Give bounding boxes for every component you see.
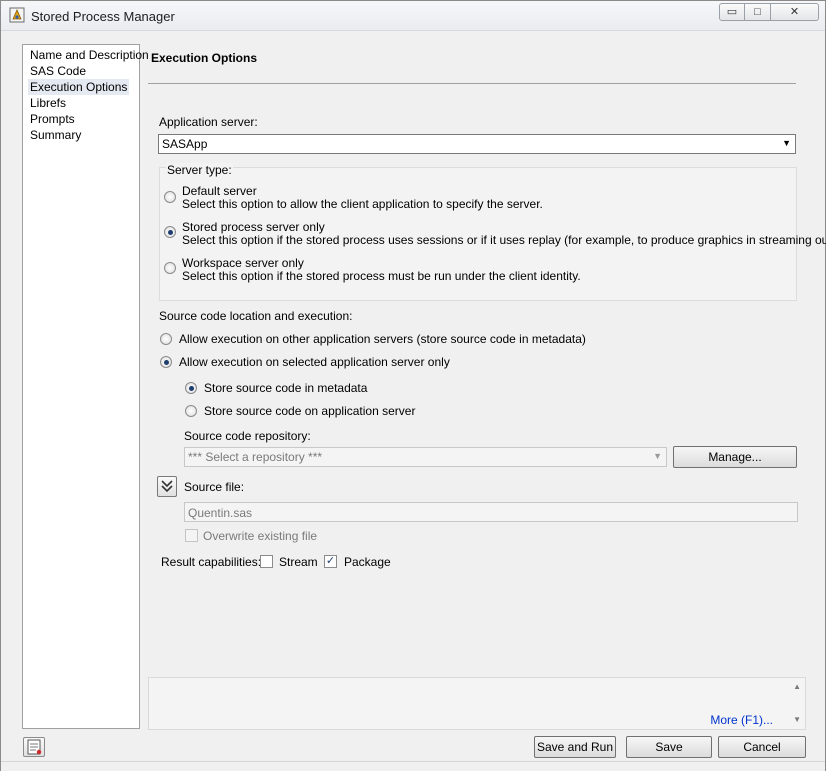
notepad-icon	[27, 739, 42, 755]
workspace-server-radio[interactable]	[164, 262, 176, 274]
package-label: Package	[344, 555, 391, 569]
minimize-icon: ▭	[726, 6, 738, 18]
store-on-server-label: Store source code on application server	[204, 404, 416, 418]
page-title: Execution Options	[151, 51, 258, 65]
allow-selected-server-radio[interactable]	[160, 356, 172, 368]
package-checkbox[interactable]: ✓	[324, 555, 337, 568]
workspace-server-desc: Select this option if the stored process…	[182, 269, 581, 283]
overwrite-existing-file-checkbox[interactable]	[185, 529, 198, 542]
source-code-location-label: Source code location and execution:	[159, 309, 353, 323]
window-title: Stored Process Manager	[31, 9, 175, 24]
source-code-repository-label: Source code repository:	[184, 429, 311, 443]
save-and-run-button[interactable]: Save and Run	[534, 736, 616, 758]
allow-other-servers-radio[interactable]	[160, 333, 172, 345]
nav-item-summary[interactable]: Summary	[28, 127, 83, 143]
title-bar: Stored Process Manager ▭ □ ✕	[1, 1, 825, 31]
stream-checkbox[interactable]	[260, 555, 273, 568]
stored-process-manager-window: Stored Process Manager ▭ □ ✕ Name and De…	[0, 0, 826, 771]
stored-process-server-title: Stored process server only	[182, 220, 325, 234]
status-bar	[1, 761, 825, 771]
store-in-metadata-label: Store source code in metadata	[204, 381, 368, 395]
nav-item-name-and-description[interactable]: Name and Description	[28, 47, 151, 63]
cancel-button[interactable]: Cancel	[718, 736, 806, 758]
chevron-down-icon: ▼	[653, 451, 662, 461]
help-panel: More (F1)... ▲ ▼	[148, 677, 806, 730]
checkmark-icon: ✓	[325, 555, 336, 567]
store-in-metadata-radio[interactable]	[185, 382, 197, 394]
maximize-icon: □	[754, 6, 761, 18]
application-server-value: SASApp	[162, 137, 208, 151]
default-server-title: Default server	[182, 184, 257, 198]
source-code-repository-select[interactable]: *** Select a repository *** ▼	[184, 447, 667, 467]
stream-label: Stream	[279, 555, 318, 569]
nav-item-sas-code[interactable]: SAS Code	[28, 63, 88, 79]
navigation-panel: Name and Description SAS Code Execution …	[22, 44, 149, 729]
server-type-group: Server type: Default server Select this …	[159, 163, 826, 301]
application-server-label: Application server:	[159, 115, 258, 129]
source-file-value: Quentin.sas	[188, 506, 253, 520]
manage-button[interactable]: Manage...	[673, 446, 797, 468]
scroll-down-icon[interactable]: ▼	[793, 715, 801, 724]
source-file-input[interactable]: Quentin.sas	[184, 502, 798, 522]
double-chevron-down-icon	[161, 480, 173, 493]
application-server-select[interactable]: SASApp ▼	[158, 134, 796, 154]
default-server-radio[interactable]	[164, 191, 176, 203]
stored-process-server-radio[interactable]	[164, 226, 176, 238]
result-capabilities-label: Result capabilities:	[161, 555, 262, 569]
title-divider	[148, 83, 796, 84]
repository-placeholder: *** Select a repository ***	[188, 450, 323, 464]
allow-other-servers-label: Allow execution on other application ser…	[179, 332, 586, 346]
server-type-legend: Server type:	[166, 163, 233, 177]
stored-process-app-icon	[9, 7, 25, 23]
nav-item-librefs[interactable]: Librefs	[28, 95, 68, 111]
notes-button[interactable]	[23, 737, 45, 757]
minimize-button[interactable]: ▭	[719, 3, 745, 21]
nav-item-execution-options[interactable]: Execution Options	[28, 79, 130, 95]
source-file-label: Source file:	[184, 480, 245, 494]
save-button[interactable]: Save	[626, 736, 712, 758]
more-help-link[interactable]: More (F1)...	[710, 713, 773, 727]
close-icon: ✕	[789, 6, 800, 18]
nav-item-prompts[interactable]: Prompts	[28, 111, 77, 127]
overwrite-existing-file-label: Overwrite existing file	[203, 529, 318, 543]
allow-selected-server-label: Allow execution on selected application …	[179, 355, 450, 369]
close-button[interactable]: ✕	[771, 3, 819, 21]
default-server-desc: Select this option to allow the client a…	[182, 197, 543, 211]
maximize-button[interactable]: □	[745, 3, 771, 21]
scroll-up-icon[interactable]: ▲	[793, 682, 801, 691]
workspace-server-title: Workspace server only	[182, 256, 304, 270]
chevron-down-icon: ▼	[782, 138, 791, 148]
expand-source-file-button[interactable]	[157, 476, 177, 497]
stored-process-server-desc: Select this option if the stored process…	[182, 233, 826, 247]
store-on-server-radio[interactable]	[185, 405, 197, 417]
